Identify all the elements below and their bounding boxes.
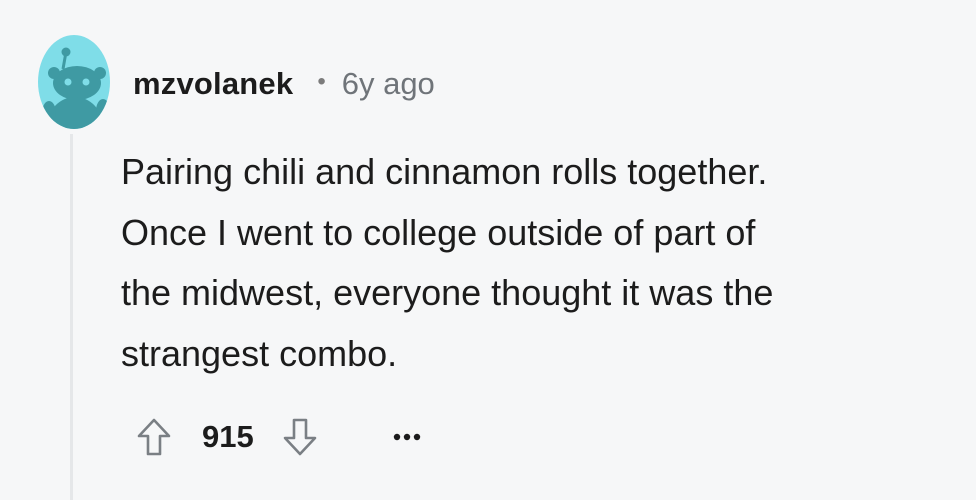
comment-body-line: strangest combo.: [121, 332, 398, 374]
comment-header: mzvolanek • 6y ago: [133, 62, 435, 106]
comment-body: Pairing chili and cinnamon rolls togethe…: [121, 142, 961, 384]
downvote-button[interactable]: [280, 414, 320, 460]
comment-body-line: Pairing chili and cinnamon rolls togethe…: [121, 151, 768, 192]
snoo-avatar-icon: [38, 35, 110, 129]
user-avatar[interactable]: [37, 35, 111, 129]
comment-actions: 915: [134, 412, 422, 462]
arrow-up-outline-icon: [137, 418, 171, 456]
arrow-down-outline-icon: [283, 418, 317, 456]
more-options-button[interactable]: [392, 422, 422, 452]
upvote-button[interactable]: [134, 414, 174, 460]
comment: mzvolanek • 6y ago Pairing chili and cin…: [0, 0, 976, 500]
timestamp[interactable]: 6y ago: [342, 66, 435, 102]
comment-body-line: Once I went to college outside of part o…: [121, 211, 756, 253]
separator-dot: •: [317, 68, 326, 95]
comment-body-line: the midwest, everyone thought it was the: [121, 272, 774, 313]
username-link[interactable]: mzvolanek: [133, 66, 293, 102]
vote-score: 915: [202, 419, 254, 454]
thread-line[interactable]: [70, 134, 73, 500]
ellipsis-icon: [393, 433, 420, 441]
